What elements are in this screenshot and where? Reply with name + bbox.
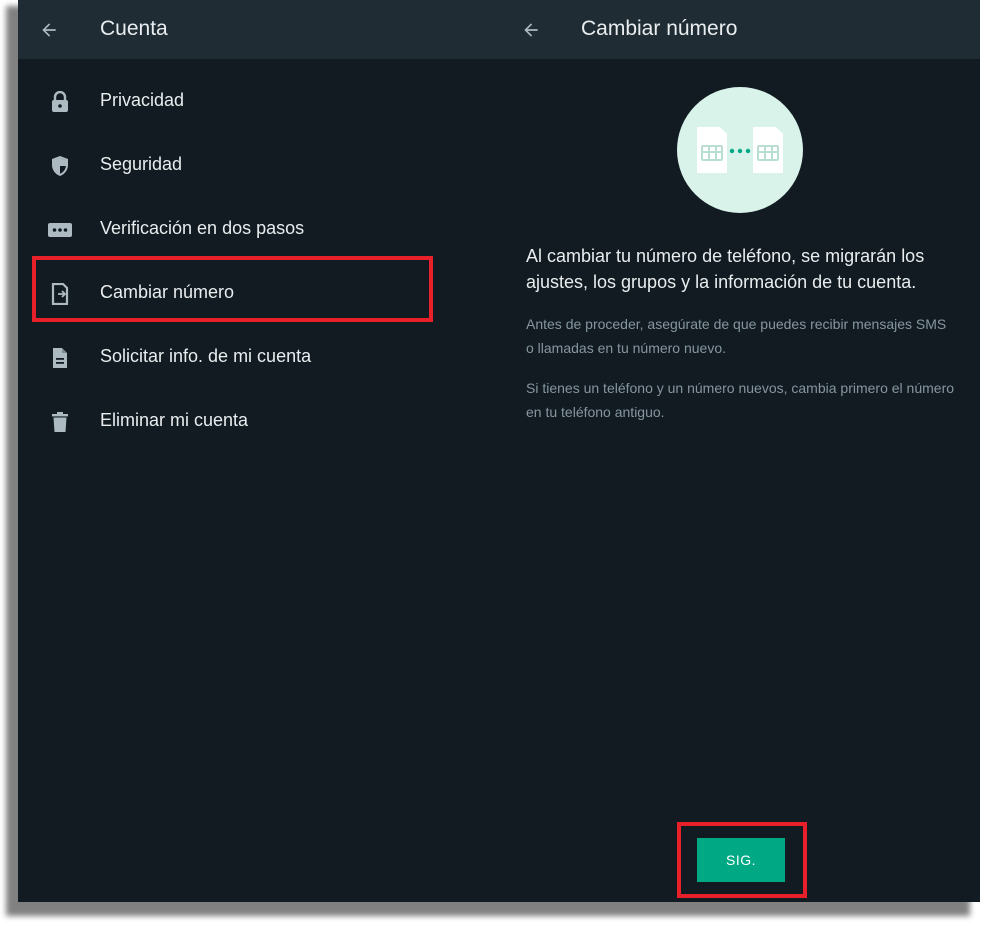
menu-item-label: Cambiar número [100, 282, 235, 302]
back-button[interactable] [34, 15, 64, 45]
page-title: Cambiar número [581, 17, 738, 40]
menu-item-delete-account[interactable]: Eliminar mi cuenta [18, 390, 500, 454]
account-menu: Privacidad Seguridad Verificación en dos… [18, 70, 500, 454]
app-frame: Cuenta Privacidad Seguridad Verificación… [18, 0, 980, 902]
next-button[interactable]: SIG. [697, 838, 785, 882]
shield-icon [48, 154, 72, 178]
page-title: Cuenta [100, 17, 168, 40]
account-header: Cuenta [18, 0, 500, 59]
secondary-description: Antes de proceder, asegúrate de que pued… [526, 316, 947, 356]
sim-swap-icon [48, 282, 72, 306]
menu-item-label: Verificación en dos pasos [100, 218, 305, 238]
menu-item-label: Solicitar info. de mi cuenta [100, 346, 312, 366]
arrow-left-icon [524, 23, 538, 37]
account-panel: Cuenta Privacidad Seguridad Verificación… [18, 0, 500, 902]
menu-item-privacy[interactable]: Privacidad [18, 70, 500, 134]
change-number-panel: Cambiar número Al cambiar tu número de t… [500, 0, 980, 902]
menu-item-label: Privacidad [100, 90, 185, 110]
arrow-left-icon [42, 23, 56, 37]
menu-item-label: Seguridad [100, 154, 183, 174]
sim-transfer-illustration [677, 87, 803, 213]
menu-item-security[interactable]: Seguridad [18, 134, 500, 198]
menu-item-two-step[interactable]: Verificación en dos pasos [18, 198, 500, 262]
change-number-header: Cambiar número [500, 0, 980, 59]
lock-icon [48, 90, 72, 114]
sim-cards-icon [697, 127, 783, 173]
dots-password-icon [48, 218, 72, 242]
menu-item-request-info[interactable]: Solicitar info. de mi cuenta [18, 326, 500, 390]
back-button[interactable] [516, 15, 546, 45]
secondary-description: Si tienes un teléfono y un número nuevos… [526, 380, 955, 420]
main-description: Al cambiar tu número de teléfono, se mig… [526, 246, 925, 292]
menu-item-label: Eliminar mi cuenta [100, 410, 249, 430]
menu-item-change-number[interactable]: Cambiar número [18, 262, 500, 326]
trash-icon [48, 410, 72, 434]
document-icon [48, 346, 72, 370]
